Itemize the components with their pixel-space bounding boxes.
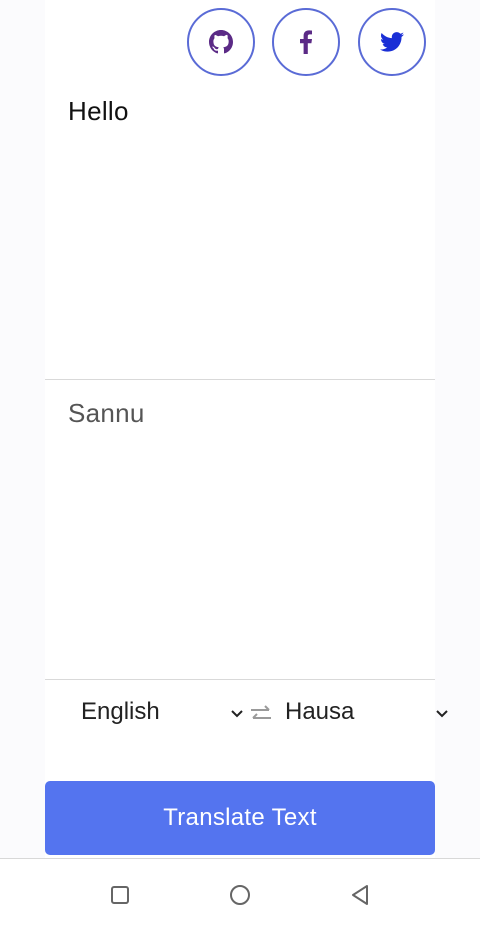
twitter-link-button[interactable] (358, 8, 426, 76)
target-language-select[interactable]: Hausa (285, 698, 354, 726)
back-button[interactable] (348, 883, 372, 907)
chevron-down-icon[interactable] (435, 708, 449, 720)
translate-button[interactable]: Translate Text (45, 781, 435, 855)
recents-button[interactable] (108, 883, 132, 907)
github-link-button[interactable] (187, 8, 255, 76)
triangle-back-icon (352, 885, 368, 905)
github-icon (209, 30, 233, 54)
divider (45, 379, 435, 380)
source-language-select[interactable]: English (81, 698, 160, 726)
swap-arrows-icon[interactable] (249, 704, 273, 724)
circle-icon (230, 885, 250, 905)
facebook-icon (300, 30, 312, 54)
facebook-link-button[interactable] (272, 8, 340, 76)
translator-card (45, 0, 435, 858)
source-text-input[interactable]: Hello (68, 96, 129, 127)
twitter-icon (380, 32, 404, 52)
system-navigation-bar (0, 858, 480, 930)
divider (45, 679, 435, 680)
home-button[interactable] (228, 883, 252, 907)
chevron-down-icon[interactable] (230, 708, 244, 720)
square-icon (111, 886, 129, 904)
translated-text-output: Sannu (68, 398, 145, 428)
